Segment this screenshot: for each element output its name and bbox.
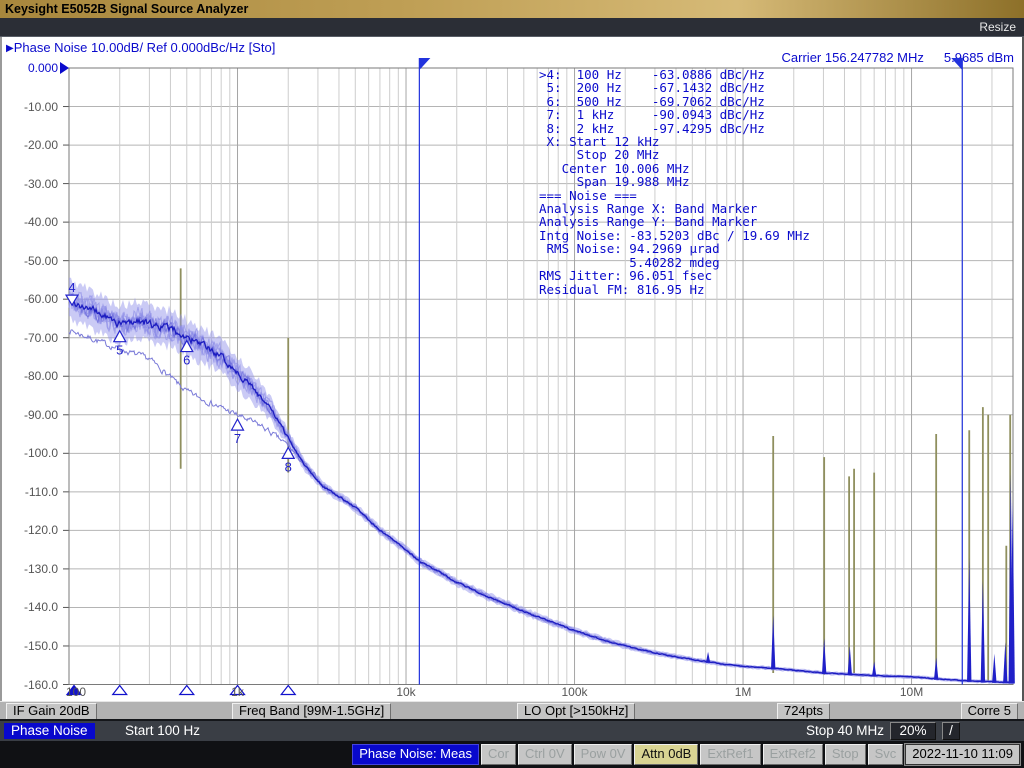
y-axis-label: -10.00: [2, 100, 58, 114]
marker-readout-line: >4: 100 Hz -63.0886 dBc/Hz: [539, 68, 810, 81]
measurement-mode-tab[interactable]: Phase Noise: [4, 723, 95, 739]
signal-spur: [992, 654, 996, 683]
trace-marker-7[interactable]: 7: [232, 419, 244, 446]
status-item-svc: Svc: [868, 744, 904, 765]
marker-readout-line: Analysis Range X: Band Marker: [539, 202, 810, 215]
instrument-state-bar: IF Gain 20dB Freq Band [99M-1.5GHz] LO O…: [0, 701, 1024, 719]
marker-readout-line: Analysis Range Y: Band Marker: [539, 215, 810, 228]
y-axis-label: -90.00: [2, 408, 58, 422]
x-axis-label: 1k: [231, 685, 244, 699]
signal-spur: [771, 615, 775, 669]
status-item-pow-0v: Pow 0V: [574, 744, 633, 765]
marker-number: 5: [116, 343, 123, 358]
signal-spur: [706, 652, 710, 663]
lo-opt-button[interactable]: LO Opt [>150kHz]: [517, 703, 635, 720]
marker-readout-line: 8: 2 kHz -97.4295 dBc/Hz: [539, 122, 810, 135]
instrument-window: Keysight E5052B Signal Source Analyzer R…: [0, 0, 1024, 768]
marker-axis-indicator: [113, 686, 127, 695]
y-axis-label: -100.0: [2, 446, 58, 460]
if-gain-button[interactable]: IF Gain 20dB: [6, 703, 97, 720]
y-axis-label: -120.0: [2, 523, 58, 537]
marker-readout-line: 7: 1 kHz -90.0943 dBc/Hz: [539, 108, 810, 121]
menu-bar: Resize: [0, 18, 1024, 37]
status-item-attn-0db: Attn 0dB: [634, 744, 698, 765]
marker-readout-line: 5.40282 mdeg: [539, 256, 810, 269]
y-axis-label: -160.0: [2, 678, 58, 692]
status-items: CorCtrl 0VPow 0VAttn 0dBExtRef1ExtRef2St…: [481, 744, 903, 765]
signal-spur: [822, 638, 826, 674]
y-axis-label: 0.000: [2, 61, 58, 75]
marker-number: 4: [68, 280, 75, 295]
y-axis-label: -140.0: [2, 600, 58, 614]
marker-number: 8: [285, 459, 292, 474]
marker-readout-line: RMS Noise: 94.2969 µrad: [539, 242, 810, 255]
window-titlebar: Keysight E5052B Signal Source Analyzer: [0, 0, 1024, 18]
marker-readout-line: === Noise ===: [539, 189, 810, 202]
status-item-cor: Cor: [481, 744, 516, 765]
marker-readout-line: Residual FM: 816.95 Hz: [539, 283, 810, 296]
signal-spur: [934, 658, 938, 680]
ref-level-arrow-icon: [60, 62, 69, 74]
marker-axis-indicator: [180, 686, 194, 695]
y-axis-label: -150.0: [2, 639, 58, 653]
measurement-display: ▶Phase Noise 10.00dB/ Ref 0.000dBc/Hz [S…: [0, 37, 1024, 701]
status-item-extref1: ExtRef1: [700, 744, 760, 765]
sweep-progress-indicator: 20%: [890, 722, 936, 740]
busy-indicator: /: [942, 722, 960, 740]
measurement-bar: Phase Noise Start 100 Hz Stop 40 MHz 20%…: [0, 719, 1024, 741]
marker-readout-line: 6: 500 Hz -69.7062 dBc/Hz: [539, 95, 810, 108]
y-axis-label: -20.00: [2, 138, 58, 152]
marker-number: 7: [234, 431, 241, 446]
x-axis-label: 10k: [396, 685, 415, 699]
trace-noise-band: [69, 278, 1013, 685]
y-axis-label: -60.00: [2, 292, 58, 306]
marker-readout-line: Stop 20 MHz: [539, 148, 810, 161]
marker-readout-line: Intg Noise: -83.5203 dBc / 19.69 MHz: [539, 229, 810, 242]
marker-readout-line: RMS Jitter: 96.051 fsec: [539, 269, 810, 282]
status-bar: Phase Noise: Meas CorCtrl 0VPow 0VAttn 0…: [0, 741, 1024, 768]
marker-number: 6: [183, 353, 190, 368]
x-axis-label: 10M: [900, 685, 923, 699]
x-axis-label: 1M: [735, 685, 752, 699]
y-axis-label: -70.00: [2, 331, 58, 345]
sweep-start-label: Start 100 Hz: [125, 723, 200, 739]
status-measurement-button[interactable]: Phase Noise: Meas: [352, 744, 479, 765]
status-datetime: 2022-11-10 11:09: [905, 744, 1020, 765]
y-axis-label: -40.00: [2, 215, 58, 229]
phase-noise-plot[interactable]: 4 5 6 7 8: [2, 37, 1024, 701]
freq-band-button[interactable]: Freq Band [99M-1.5GHz]: [232, 703, 391, 720]
y-axis-label: -130.0: [2, 562, 58, 576]
sweep-stop-label: Stop 40 MHz: [806, 723, 884, 739]
y-axis-label: -110.0: [2, 485, 58, 499]
marker-readout-line: Center 10.006 MHz: [539, 162, 810, 175]
marker-readout-list: >4: 100 Hz -63.0886 dBc/Hz 5: 200 Hz -67…: [539, 68, 810, 296]
x-axis-label: 100k: [562, 685, 588, 699]
status-item-ctrl-0v: Ctrl 0V: [518, 744, 572, 765]
y-axis-label: -50.00: [2, 254, 58, 268]
marker-readout-line: Span 19.988 MHz: [539, 175, 810, 188]
correction-button[interactable]: Corre 5: [961, 703, 1018, 720]
window-title: Keysight E5052B Signal Source Analyzer: [5, 2, 248, 16]
status-item-extref2: ExtRef2: [763, 744, 823, 765]
signal-spur: [872, 661, 876, 676]
signal-spur: [981, 580, 985, 682]
marker-readout-line: X: Start 12 kHz: [539, 135, 810, 148]
marker-readout-line: 5: 200 Hz -67.1432 dBc/Hz: [539, 81, 810, 94]
y-axis-label: -30.00: [2, 177, 58, 191]
signal-spur: [967, 557, 971, 682]
resize-button[interactable]: Resize: [979, 20, 1016, 35]
points-button[interactable]: 724pts: [777, 703, 830, 720]
marker-triangle-icon: [232, 419, 244, 430]
y-axis-label: -80.00: [2, 369, 58, 383]
status-item-stop: Stop: [825, 744, 866, 765]
trace-noise-strand: [69, 295, 1013, 684]
marker-axis-indicator: [281, 686, 295, 695]
x-axis-label: 100: [66, 685, 86, 699]
